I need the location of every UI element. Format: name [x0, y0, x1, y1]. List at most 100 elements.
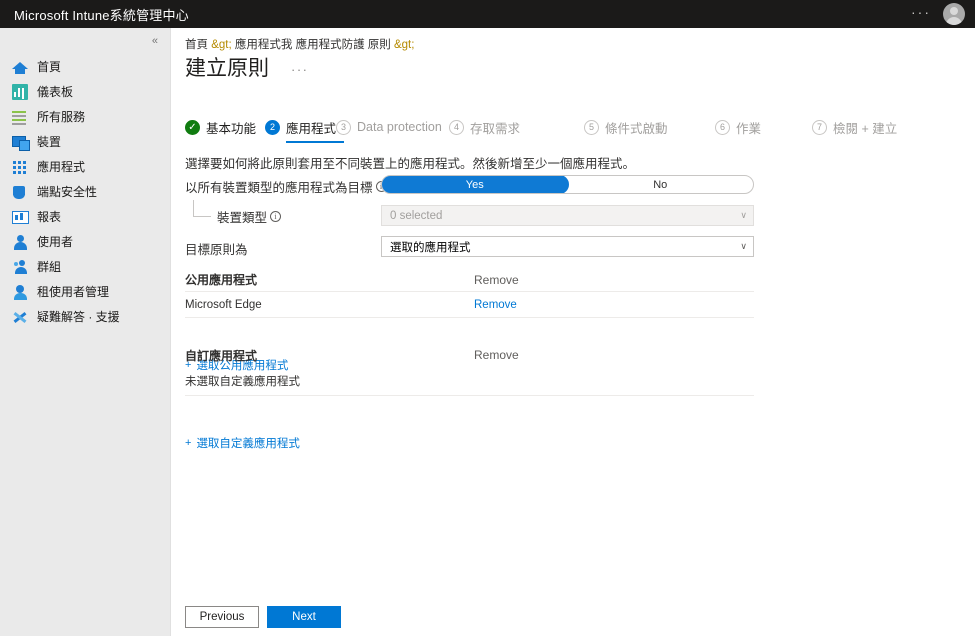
avatar[interactable]	[943, 3, 965, 25]
sidebar-item-tenant-administration[interactable]: 租使用者管理	[0, 279, 170, 304]
sidebar-item-dashboard[interactable]: 儀表板	[0, 79, 170, 104]
sidebar-item-troubleshooting-support[interactable]: 疑難解答 · 支援	[0, 304, 170, 329]
sidebar-item-endpoint-security[interactable]: 端點安全性	[0, 179, 170, 204]
user-icon	[12, 234, 28, 250]
breadcrumb-item-home[interactable]: 首頁	[185, 39, 208, 51]
step-badge: 2	[265, 119, 280, 135]
custom-apps-table: 自訂應用程式 Remove 未選取自定義應用程式	[185, 343, 754, 396]
column-header-custom-apps: 自訂應用程式	[185, 348, 258, 363]
all-services-icon	[12, 109, 28, 125]
tree-connector	[193, 200, 211, 217]
page-title: 建立原則	[185, 57, 269, 80]
breadcrumb-separator: &gt;	[393, 39, 415, 51]
sidebar-item-label: 租使用者管理	[37, 285, 110, 299]
breadcrumb-item-app-protection-policies[interactable]: 應用程式我 應用程式防護 原則	[235, 39, 391, 51]
app-title: Microsoft Intune系統管理中心	[14, 7, 189, 23]
sidebar-item-label: 首頁	[37, 60, 62, 74]
wizard-step-conditional-launch[interactable]: 5 條件式啟動	[584, 115, 668, 139]
sidebar-item-label: 群組	[37, 260, 62, 274]
sidebar-item-label: 應用程式	[37, 160, 86, 174]
field-label-text: 以所有裝置類型的應用程式為目標	[185, 181, 373, 195]
home-icon	[12, 59, 28, 75]
field-label-text: 目標原則為	[185, 243, 248, 257]
sidebar-item-label: 疑難解答 · 支援	[37, 310, 120, 324]
chevron-double-left-icon: «	[151, 35, 158, 47]
device-types-value: 0 selected	[390, 209, 443, 222]
column-header-remove: Remove	[474, 348, 519, 362]
select-custom-apps-link[interactable]: + 選取自定義應用程式	[185, 435, 300, 451]
more-menu-icon[interactable]: ···	[911, 5, 931, 21]
app-name: Microsoft Edge	[185, 298, 262, 311]
top-bar: Microsoft Intune系統管理中心 ···	[0, 0, 975, 28]
sidebar-item-groups[interactable]: 群組	[0, 254, 170, 279]
wizard-step-label: Data protection	[357, 120, 442, 134]
toggle-option-yes[interactable]: Yes	[382, 176, 569, 193]
wrench-icon	[12, 309, 28, 325]
link-label: 選取自定義應用程式	[196, 438, 300, 450]
sidebar-item-label: 儀表板	[37, 85, 74, 99]
main-panel: 首頁 &gt; 應用程式我 應用程式防護 原則 &gt; 建立原則 ··· ✓ …	[171, 28, 975, 636]
wizard-step-review-create[interactable]: 7 檢閱 + 建立	[812, 115, 897, 139]
topbar-actions: ···	[911, 3, 975, 25]
wizard-step-label: 條件式啟動	[605, 121, 668, 136]
wizard-step-apps[interactable]: 2 應用程式	[265, 115, 344, 143]
sidebar: « 首頁 儀表板 所有服務 裝置 應用程式 端點安全性 報表 使用者 群組 租使…	[0, 28, 171, 636]
chevron-down-icon: ∨	[740, 210, 747, 220]
dashboard-icon	[12, 83, 28, 100]
column-header-public-apps: 公用應用程式	[185, 273, 258, 287]
breadcrumb: 首頁 &gt; 應用程式我 應用程式防護 原則 &gt;	[185, 36, 414, 52]
remove-link[interactable]: Remove	[474, 299, 517, 311]
sidebar-item-apps[interactable]: 應用程式	[0, 154, 170, 179]
wizard-footer: Previous Next	[185, 606, 341, 628]
wizard-step-label: 存取需求	[470, 121, 521, 136]
wizard-step-access-requirements[interactable]: 4 存取需求	[449, 115, 520, 139]
sidebar-item-all-services[interactable]: 所有服務	[0, 104, 170, 129]
info-icon[interactable]: i	[270, 211, 282, 222]
table-row[interactable]: Microsoft Edge Remove	[185, 292, 754, 318]
step-badge: 4	[449, 119, 464, 135]
section-description: 選擇要如何將此原則套用至不同裝置上的應用程式。然後新增至少一個應用程式。	[185, 157, 636, 171]
page-more-menu-icon[interactable]: ···	[291, 62, 309, 82]
target-policy-to-label: 目標原則為	[185, 239, 248, 258]
wizard-step-assignments[interactable]: 6 作業	[715, 115, 761, 139]
page-title-row: 建立原則 ···	[185, 52, 309, 82]
wizard-step-data-protection[interactable]: 3 Data protection	[336, 115, 442, 139]
table-header-row: 公用應用程式 Remove	[185, 268, 754, 292]
toggle-option-no[interactable]: No	[568, 176, 754, 193]
wizard-step-basics[interactable]: ✓ 基本功能	[185, 115, 256, 139]
field-label-text: 裝置類型	[217, 211, 268, 225]
step-badge: 3	[336, 119, 351, 135]
table-header-row: 自訂應用程式 Remove	[185, 343, 754, 367]
shield-icon	[12, 184, 28, 200]
previous-button[interactable]: Previous	[185, 606, 259, 628]
step-badge-check-icon: ✓	[185, 119, 200, 135]
devices-icon	[12, 134, 30, 151]
sidebar-item-label: 所有服務	[37, 110, 86, 124]
sidebar-collapse-button[interactable]: «	[0, 28, 170, 54]
sidebar-item-label: 裝置	[37, 135, 62, 149]
chevron-down-icon: ∨	[740, 241, 747, 251]
groups-icon	[12, 259, 28, 275]
apps-icon	[12, 159, 28, 175]
sidebar-item-devices[interactable]: 裝置	[0, 129, 170, 154]
sidebar-item-users[interactable]: 使用者	[0, 229, 170, 254]
target-all-device-types-label: 以所有裝置類型的應用程式為目標 i	[185, 177, 387, 196]
next-button[interactable]: Next	[267, 606, 341, 628]
step-badge: 6	[715, 119, 730, 135]
sidebar-item-home[interactable]: 首頁	[0, 54, 170, 79]
public-apps-table: 公用應用程式 Remove Microsoft Edge Remove	[185, 268, 754, 318]
step-badge: 7	[812, 119, 827, 135]
sidebar-item-label: 端點安全性	[37, 185, 98, 199]
tenant-admin-icon	[12, 284, 28, 300]
target-all-device-types-toggle[interactable]: Yes No	[381, 175, 754, 194]
active-step-underline	[286, 141, 344, 143]
sidebar-item-label: 報表	[37, 210, 62, 224]
table-empty-row: 未選取自定義應用程式	[185, 367, 754, 396]
device-types-select[interactable]: 0 selected ∨	[381, 205, 754, 226]
wizard-step-label: 作業	[736, 121, 762, 136]
wizard-step-label: 基本功能	[206, 121, 257, 136]
wizard-steps: ✓ 基本功能 2 應用程式 3 Data protection 4 存取需求 5…	[185, 115, 965, 145]
reports-icon	[12, 209, 29, 225]
target-policy-to-select[interactable]: 選取的應用程式 ∨	[381, 236, 754, 257]
sidebar-item-reports[interactable]: 報表	[0, 204, 170, 229]
